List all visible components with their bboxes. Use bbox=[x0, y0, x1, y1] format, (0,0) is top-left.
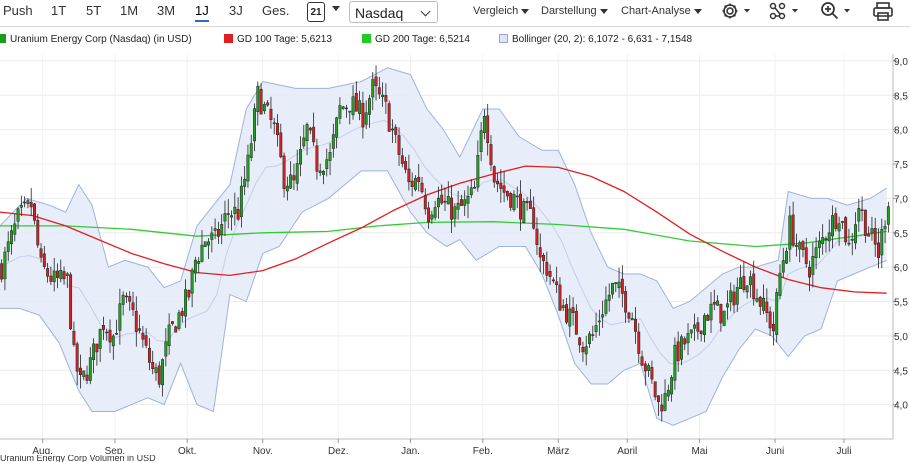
x-tick-label: Juli bbox=[837, 446, 852, 454]
y-tick-label: 7,5 bbox=[894, 160, 908, 171]
candle bbox=[886, 201, 890, 233]
y-tick-label: 6,5 bbox=[894, 229, 908, 240]
legend-label: Bollinger (20, 2): 6,1072 - 6,631 - 7,15… bbox=[512, 34, 693, 45]
volume-label: Uranium Energy Corp Volumen in USD bbox=[0, 455, 156, 462]
y-axis: 4,0 4,5 5,0 5,5 6,0 6,5 7,0 7,5 8,0 8,5 9,0 bbox=[893, 57, 908, 412]
range-3j[interactable]: 3J bbox=[229, 3, 243, 18]
legend-label: GD 100 Tage: 5,6213 bbox=[237, 34, 332, 45]
x-tick-label: April bbox=[617, 446, 637, 454]
chart-toolbar: Push 1T 5T 1M 3M 1J 3J Ges. 21 Nasdaq Ve… bbox=[0, 0, 910, 27]
candle bbox=[844, 216, 848, 246]
x-tick-label: Dez. bbox=[328, 446, 349, 454]
x-tick-label: März bbox=[547, 446, 569, 454]
caret-down-icon bbox=[599, 8, 608, 14]
x-tick-label: Aug. bbox=[32, 446, 53, 454]
chevron-down-icon bbox=[420, 6, 431, 17]
menu-darstellung[interactable]: Darstellung bbox=[541, 5, 608, 17]
legend-label: Uranium Energy Corp (Nasdaq) (in USD) bbox=[10, 34, 192, 45]
menu-chart-analyse[interactable]: Chart-Analyse bbox=[621, 5, 702, 17]
candle bbox=[203, 241, 207, 247]
range-1m[interactable]: 1M bbox=[120, 3, 138, 18]
y-tick-label: 8,5 bbox=[894, 91, 908, 102]
y-tick-label: 5,0 bbox=[894, 332, 908, 343]
candle bbox=[775, 288, 779, 343]
chart-legend: Uranium Energy Corp (Nasdaq) (in USD) GD… bbox=[0, 34, 910, 50]
legend-swatch bbox=[362, 34, 371, 43]
calendar-caret-icon[interactable] bbox=[332, 6, 340, 11]
menu-vergleich-label: Vergleich bbox=[473, 5, 519, 17]
print-icon[interactable] bbox=[872, 1, 896, 23]
range-5t[interactable]: 5T bbox=[86, 3, 101, 18]
legend-swatch bbox=[224, 34, 233, 43]
exchange-value: Nasdaq bbox=[355, 5, 404, 21]
menu-darstellung-label: Darstellung bbox=[541, 5, 597, 17]
candle bbox=[177, 309, 181, 331]
legend-item-bollinger[interactable]: Bollinger (20, 2): 6,1072 - 6,631 - 7,15… bbox=[499, 34, 692, 45]
range-push[interactable]: Push bbox=[3, 3, 33, 18]
legend-item-gd100[interactable]: GD 100 Tage: 5,6213 bbox=[224, 34, 332, 45]
y-tick-label: 4,0 bbox=[894, 401, 908, 412]
range-1t[interactable]: 1T bbox=[51, 3, 66, 18]
exchange-select[interactable]: Nasdaq bbox=[349, 1, 438, 23]
y-tick-label: 8,0 bbox=[894, 126, 908, 137]
candle bbox=[387, 100, 391, 132]
gear-icon[interactable] bbox=[720, 1, 750, 23]
x-tick-label: Okt. bbox=[178, 446, 196, 454]
x-tick-label: Mai bbox=[691, 446, 707, 454]
price-chart[interactable]: 4,0 4,5 5,0 5,5 6,0 6,5 7,0 7,5 8,0 8,5 9,0 Aug. Se… bbox=[0, 54, 910, 454]
y-tick-label: 9,0 bbox=[894, 57, 908, 68]
x-axis: Aug. Sep. Okt. Nov. Dez. Jan. Feb. März April Mai… bbox=[32, 439, 852, 454]
y-tick-label: 5,5 bbox=[894, 298, 908, 309]
candle bbox=[742, 261, 746, 293]
zoom-icon[interactable] bbox=[820, 1, 852, 23]
x-tick-label: Nov. bbox=[253, 446, 273, 454]
y-tick-label: 4,5 bbox=[894, 366, 908, 377]
legend-swatch bbox=[499, 34, 508, 43]
caret-down-icon bbox=[521, 8, 530, 14]
candle bbox=[722, 310, 726, 327]
candle bbox=[69, 272, 73, 331]
range-1j[interactable]: 1J bbox=[195, 3, 209, 22]
calendar-icon[interactable]: 21 bbox=[307, 2, 325, 22]
x-tick-label: Jan. bbox=[401, 446, 420, 454]
y-tick-label: 7,0 bbox=[894, 194, 908, 205]
x-tick-label: Juni bbox=[766, 446, 784, 454]
caret-down-icon bbox=[693, 8, 702, 14]
x-tick-label: Feb. bbox=[473, 446, 493, 454]
range-3m[interactable]: 3M bbox=[157, 3, 175, 18]
x-tick-label: Sep. bbox=[105, 446, 126, 454]
indicators-icon[interactable] bbox=[768, 1, 800, 23]
legend-item-gd200[interactable]: GD 200 Tage: 6,5214 bbox=[362, 34, 470, 45]
y-tick-label: 6,0 bbox=[894, 263, 908, 274]
candle bbox=[522, 198, 526, 224]
calendar-day: 21 bbox=[310, 7, 322, 18]
legend-label: GD 200 Tage: 6,5214 bbox=[375, 34, 470, 45]
menu-vergleich[interactable]: Vergleich bbox=[473, 5, 530, 17]
legend-item-price[interactable]: Uranium Energy Corp (Nasdaq) (in USD) bbox=[0, 34, 192, 45]
menu-chart-analyse-label: Chart-Analyse bbox=[621, 5, 691, 17]
range-ges[interactable]: Ges. bbox=[262, 3, 289, 18]
legend-swatch bbox=[0, 34, 6, 43]
